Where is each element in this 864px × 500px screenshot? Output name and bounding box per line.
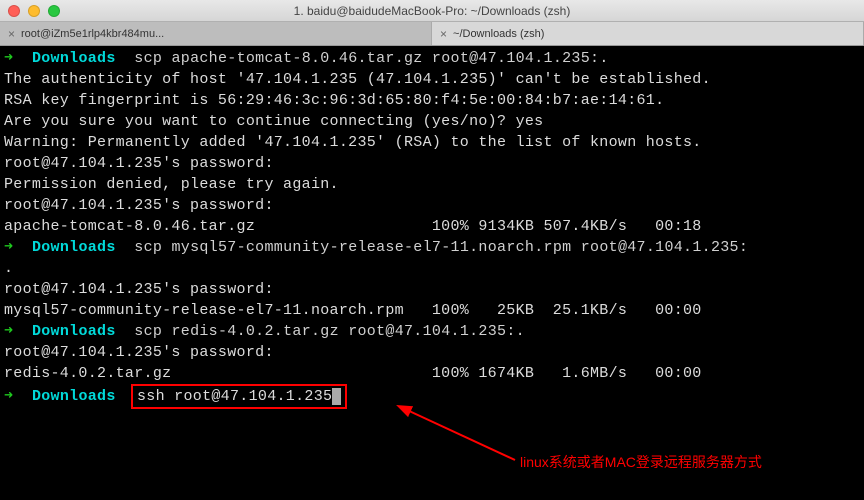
tab-label: ~/Downloads (zsh) [453, 28, 544, 40]
output-line: apache-tomcat-8.0.46.tar.gz 100% 9134KB … [4, 216, 860, 237]
output-line: RSA key fingerprint is 56:29:46:3c:96:3d… [4, 90, 860, 111]
output-line: Warning: Permanently added '47.104.1.235… [4, 132, 860, 153]
close-icon[interactable]: × [440, 27, 447, 41]
prompt-arrow: ➜ [4, 323, 32, 340]
window-titlebar: 1. baidu@baidudeMacBook-Pro: ~/Downloads… [0, 0, 864, 22]
tab-label: root@iZm5e1rlp4kbr484mu... [21, 28, 164, 40]
tab-ssh[interactable]: × root@iZm5e1rlp4kbr484mu... [0, 22, 432, 45]
cursor [332, 388, 341, 405]
output-line: root@47.104.1.235's password: [4, 342, 860, 363]
prompt-cwd: Downloads [32, 323, 116, 340]
annotation-text: linux系统或者MAC登录远程服务器方式 [520, 452, 762, 472]
prompt-cwd: Downloads [32, 239, 116, 256]
prompt-arrow: ➜ [4, 50, 32, 67]
output-line: root@47.104.1.235's password: [4, 195, 860, 216]
command-text: scp redis-4.0.2.tar.gz root@47.104.1.235… [134, 323, 525, 340]
command-text: ssh root@47.104.1.235 [137, 388, 332, 405]
prompt-arrow: ➜ [4, 239, 32, 256]
prompt-cwd: Downloads [32, 388, 116, 405]
window-title: 1. baidu@baidudeMacBook-Pro: ~/Downloads… [0, 4, 864, 18]
output-line: The authenticity of host '47.104.1.235 (… [4, 69, 860, 90]
highlight-box: ssh root@47.104.1.235 [131, 384, 347, 409]
prompt-cwd: Downloads [32, 50, 116, 67]
output-line: redis-4.0.2.tar.gz 100% 1674KB 1.6MB/s 0… [4, 363, 860, 384]
output-line: mysql57-community-release-el7-11.noarch.… [4, 300, 860, 321]
annotation-arrow [395, 400, 525, 470]
close-icon[interactable]: × [8, 27, 15, 41]
output-line: root@47.104.1.235's password: [4, 153, 860, 174]
prompt-arrow: ➜ [4, 388, 32, 405]
output-line: Are you sure you want to continue connec… [4, 111, 860, 132]
command-text: scp apache-tomcat-8.0.46.tar.gz root@47.… [134, 50, 608, 67]
output-line: . [4, 258, 860, 279]
output-line: Permission denied, please try again. [4, 174, 860, 195]
output-line: root@47.104.1.235's password: [4, 279, 860, 300]
tab-downloads[interactable]: × ~/Downloads (zsh) [432, 22, 864, 45]
tab-bar: × root@iZm5e1rlp4kbr484mu... × ~/Downloa… [0, 22, 864, 46]
command-text: scp mysql57-community-release-el7-11.noa… [134, 239, 748, 256]
